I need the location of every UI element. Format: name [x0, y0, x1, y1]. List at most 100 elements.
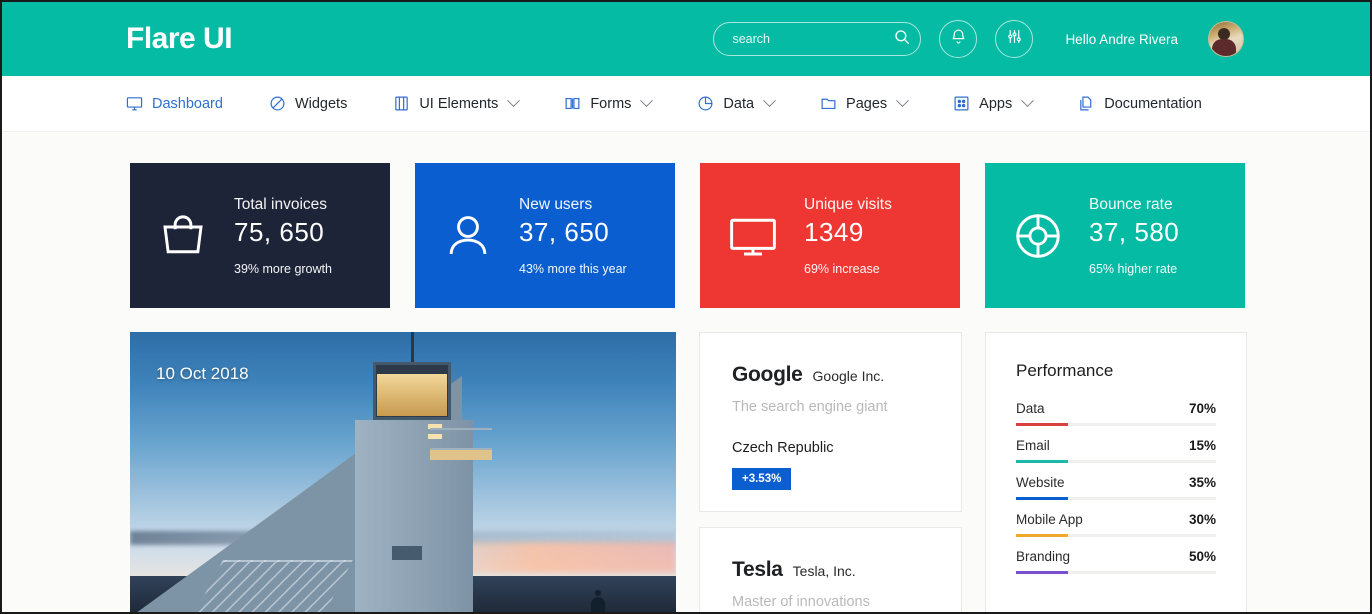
performance-percent: 50% — [1188, 549, 1216, 564]
stat-body: Unique visits 1349 69% increase — [792, 196, 892, 276]
nav-label: Pages — [846, 95, 888, 112]
stat-value: 75, 650 — [234, 216, 325, 247]
nav-label: Apps — [979, 95, 1013, 112]
nav-label: Documentation — [1104, 95, 1202, 112]
avatar[interactable] — [1208, 21, 1244, 57]
chevron-down-icon — [763, 94, 776, 108]
nav-item-apps[interactable]: Apps — [953, 94, 1035, 112]
performance-panel: Performance Data 70% Email 15% Website 3… — [985, 332, 1247, 612]
person-silhouette — [590, 590, 606, 612]
stat-title: New users — [519, 195, 593, 213]
performance-track — [1016, 497, 1216, 500]
search-input[interactable] — [732, 32, 894, 46]
header-actions: Hello Andre Rivera — [713, 20, 1244, 58]
company-heading: Tesla Tesla, Inc. — [732, 558, 931, 582]
stat-sub: 65% higher rate — [1089, 261, 1178, 276]
folder-icon — [820, 95, 837, 112]
grid-icon — [953, 95, 970, 112]
chevron-down-icon — [896, 94, 910, 108]
performance-label: Website — [1016, 475, 1065, 490]
stat-sub: 39% more growth — [234, 261, 332, 276]
stat-body: New users 37, 650 43% more this year — [507, 196, 627, 276]
nav-item-documentation[interactable]: Documentation — [1078, 95, 1202, 112]
lifebuoy-icon — [1011, 209, 1077, 263]
top-header: Flare UI search Hello Andre Rivera — [2, 2, 1370, 76]
performance-fill — [1016, 497, 1068, 500]
performance-percent: 15% — [1188, 438, 1216, 453]
performance-row-email: Email 15% — [1016, 438, 1216, 463]
stat-card-new-users[interactable]: New users 37, 650 43% more this year — [415, 163, 675, 308]
sliders-icon — [1006, 28, 1023, 50]
company-heading: Google Google Inc. — [732, 363, 931, 387]
performance-label: Email — [1016, 438, 1050, 453]
nav-item-pages[interactable]: Pages — [820, 94, 910, 112]
nav-label: Dashboard — [152, 95, 223, 112]
performance-percent: 35% — [1188, 475, 1216, 490]
stat-body: Bounce rate 37, 580 65% higher rate — [1077, 196, 1179, 276]
performance-fill — [1016, 460, 1068, 463]
chevron-down-icon — [1021, 94, 1035, 108]
pie-icon — [697, 95, 714, 112]
stat-card-bounce-rate[interactable]: Bounce rate 37, 580 65% higher rate — [985, 163, 1245, 308]
company-brand: Google — [732, 363, 803, 386]
stat-card-total-invoices[interactable]: Total invoices 75, 650 39% more growth — [130, 163, 390, 308]
performance-label: Data — [1016, 401, 1045, 416]
nav-item-widgets[interactable]: Widgets — [269, 95, 347, 112]
stat-title: Bounce rate — [1089, 195, 1173, 213]
app-window: Flare UI search Hello Andre Rivera Dashb… — [0, 0, 1372, 614]
nav-items: Dashboard Widgets UI Elements Forms Data… — [126, 94, 1248, 112]
company-tagline: The search engine giant — [732, 399, 888, 415]
stat-value: 37, 580 — [1089, 216, 1180, 247]
book-icon — [564, 95, 581, 112]
avatar-body — [1212, 39, 1236, 56]
company-tagline: Master of innovations — [732, 594, 870, 610]
notifications-button[interactable] — [939, 20, 978, 58]
tower-railing — [430, 428, 492, 450]
performance-row-website: Website 35% — [1016, 475, 1216, 500]
main-content: Total invoices 75, 650 39% more growth N… — [2, 133, 1370, 612]
performance-row-data: Data 70% — [1016, 401, 1216, 426]
photo-card[interactable]: 10 Oct 2018 — [130, 332, 676, 612]
tower-dark-window — [392, 546, 422, 560]
search-icon[interactable] — [893, 28, 911, 51]
nav-item-forms[interactable]: Forms — [564, 94, 654, 112]
company-change-badge: +3.53% — [732, 468, 792, 490]
company-brand: Tesla — [732, 558, 783, 581]
nav-item-ui-elements[interactable]: UI Elements — [393, 94, 521, 112]
company-legal-name: Google Inc. — [812, 368, 885, 384]
stat-value: 37, 650 — [519, 216, 610, 247]
performance-fill — [1016, 423, 1068, 426]
performance-track — [1016, 534, 1216, 537]
nav-label: Data — [723, 95, 755, 112]
company-country: Czech Republic — [732, 440, 834, 456]
performance-label: Branding — [1016, 549, 1071, 564]
docs-icon — [1078, 95, 1095, 112]
performance-fill — [1016, 534, 1068, 537]
performance-row-branding: Branding 50% — [1016, 549, 1216, 574]
performance-track — [1016, 460, 1216, 463]
company-card-tesla[interactable]: Tesla Tesla, Inc. Master of innovations — [699, 527, 962, 612]
photo-date: 10 Oct 2018 — [156, 364, 249, 383]
nav-label: Widgets — [294, 95, 348, 112]
stat-sub: 43% more this year — [519, 261, 627, 276]
stat-title: Unique visits — [804, 195, 892, 213]
user-icon — [441, 209, 507, 263]
nav-item-dashboard[interactable]: Dashboard — [126, 95, 223, 112]
performance-percent: 70% — [1188, 401, 1216, 416]
performance-fill — [1016, 571, 1068, 574]
stat-value: 1349 — [804, 216, 864, 247]
nav-label: UI Elements — [419, 95, 499, 112]
tower-mast — [411, 332, 414, 362]
search-box[interactable] — [713, 22, 922, 56]
performance-label: Mobile App — [1016, 512, 1083, 527]
company-card-google[interactable]: Google Google Inc. The search engine gia… — [699, 332, 962, 512]
bag-icon — [156, 209, 222, 263]
tower-cabin-glass — [377, 374, 447, 416]
stat-card-unique-visits[interactable]: Unique visits 1349 69% increase — [700, 163, 960, 308]
tower-balcony — [430, 450, 492, 460]
chevron-down-icon — [507, 94, 521, 108]
user-greeting: Hello Andre Rivera — [1065, 31, 1178, 47]
nav-item-data[interactable]: Data — [697, 94, 776, 112]
settings-button[interactable] — [995, 20, 1034, 58]
performance-track — [1016, 423, 1216, 426]
